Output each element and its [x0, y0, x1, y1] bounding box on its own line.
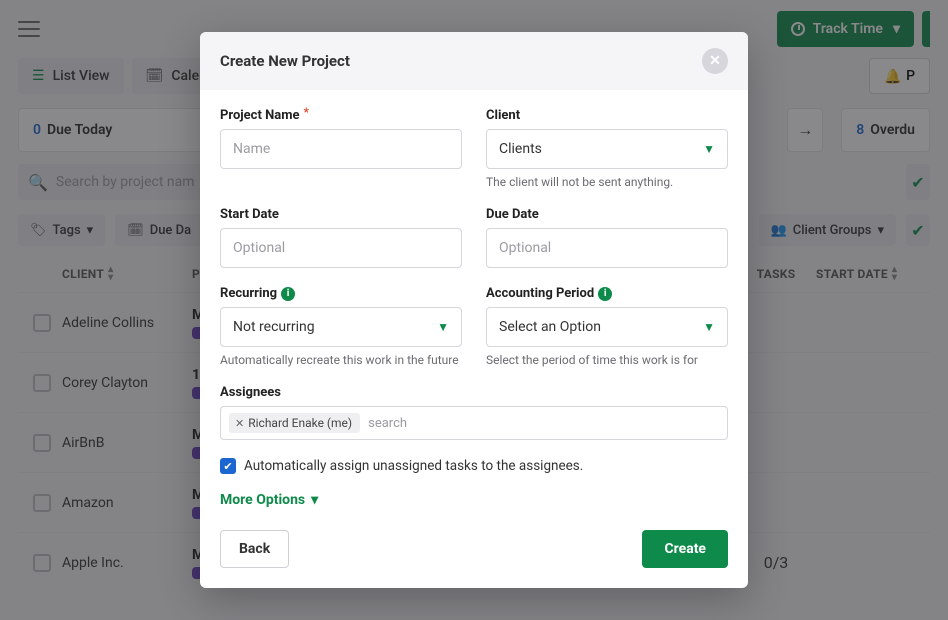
field-accounting-period: Accounting Period i Select an Option ▼ S… — [486, 286, 728, 367]
modal-footer: Back Create — [200, 514, 748, 588]
period-helper: Select the period of time this work is f… — [486, 353, 728, 367]
checkbox-checked-icon: ✔ — [220, 458, 236, 474]
recurring-label: Recurring — [220, 286, 277, 301]
start-date-label: Start Date — [220, 207, 462, 222]
field-client: Client Clients ▼ The client will not be … — [486, 108, 728, 189]
field-recurring: Recurring i Not recurring ▼ Automaticall… — [220, 286, 462, 367]
recurring-helper: Automatically recreate this work in the … — [220, 353, 462, 367]
period-select[interactable]: Select an Option ▼ — [486, 307, 728, 347]
field-start-date: Start Date — [220, 207, 462, 268]
recurring-value: Not recurring — [233, 319, 315, 335]
modal-overlay: Create New Project ✕ Project Name * Clien… — [0, 0, 948, 620]
more-options-toggle[interactable]: More Options ▾ — [220, 492, 728, 508]
close-icon[interactable]: ✕ — [702, 48, 728, 74]
field-auto-assign: ✔ Automatically assign unassigned tasks … — [220, 458, 728, 474]
client-select[interactable]: Clients ▼ — [486, 129, 728, 169]
chevron-down-icon: ▼ — [703, 320, 715, 334]
assignee-tag-label: Richard Enake (me) — [248, 416, 352, 430]
modal-header: Create New Project ✕ — [200, 32, 748, 90]
info-icon[interactable]: i — [598, 287, 612, 301]
recurring-select[interactable]: Not recurring ▼ — [220, 307, 462, 347]
modal-title: Create New Project — [220, 52, 702, 70]
create-project-modal: Create New Project ✕ Project Name * Clien… — [200, 32, 748, 588]
assignees-box[interactable]: ✕ Richard Enake (me) — [220, 406, 728, 440]
project-name-label: Project Name — [220, 108, 300, 123]
period-value: Select an Option — [499, 319, 601, 335]
period-label: Accounting Period — [486, 286, 594, 301]
create-button[interactable]: Create — [642, 530, 728, 568]
field-due-date: Due Date — [486, 207, 728, 268]
client-helper: The client will not be sent anything. — [486, 175, 728, 189]
info-icon[interactable]: i — [281, 287, 295, 301]
project-name-input[interactable] — [220, 129, 462, 169]
client-label: Client — [486, 108, 728, 123]
assignee-search-input[interactable] — [368, 416, 719, 431]
client-value: Clients — [499, 141, 542, 157]
field-project-name: Project Name * — [220, 108, 462, 189]
more-options-label: More Options — [220, 492, 305, 508]
chevron-down-icon: ▼ — [437, 320, 449, 334]
required-mark: * — [304, 105, 309, 119]
field-assignees: Assignees ✕ Richard Enake (me) — [220, 385, 728, 440]
chevron-down-icon: ▼ — [703, 142, 715, 156]
auto-assign-checkbox[interactable]: ✔ Automatically assign unassigned tasks … — [220, 458, 728, 474]
due-date-input[interactable] — [486, 228, 728, 268]
assignee-tag[interactable]: ✕ Richard Enake (me) — [229, 413, 360, 433]
chevron-down-icon: ▾ — [311, 492, 318, 508]
auto-assign-label: Automatically assign unassigned tasks to… — [244, 458, 583, 474]
due-date-label: Due Date — [486, 207, 728, 222]
remove-tag-icon[interactable]: ✕ — [235, 417, 244, 430]
start-date-input[interactable] — [220, 228, 462, 268]
back-button[interactable]: Back — [220, 530, 289, 568]
assignees-label: Assignees — [220, 385, 728, 400]
